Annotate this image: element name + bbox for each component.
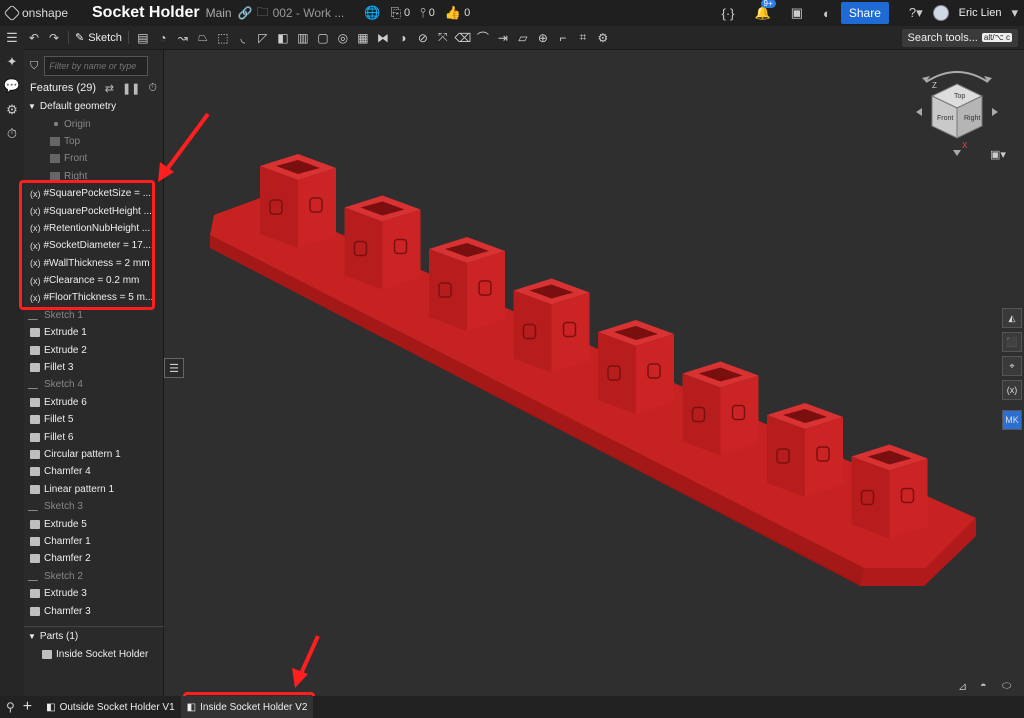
tab-bar: ⚲ + ◧ Outside Socket Holder V1 ◧ Inside Soc…: [0, 696, 1024, 718]
tab-inactive[interactable]: ◧ Outside Socket Holder V1: [40, 696, 181, 718]
tab-active[interactable]: ◧ Inside Socket Holder V2: [180, 696, 314, 718]
part-studio-icon: ◧: [186, 701, 197, 713]
tab-list: ◧ Outside Socket Holder V1 ◧ Inside Socket …: [40, 696, 314, 718]
part-studio-icon: ◧: [46, 701, 56, 713]
add-tab-button[interactable]: +: [23, 698, 32, 716]
tab-label: Outside Socket Holder V1: [59, 701, 175, 713]
tab-label: Inside Socket Holder V2: [200, 701, 308, 713]
tab-manager-icon[interactable]: ⚲: [6, 700, 15, 714]
annotation-arrows: [158, 112, 320, 688]
